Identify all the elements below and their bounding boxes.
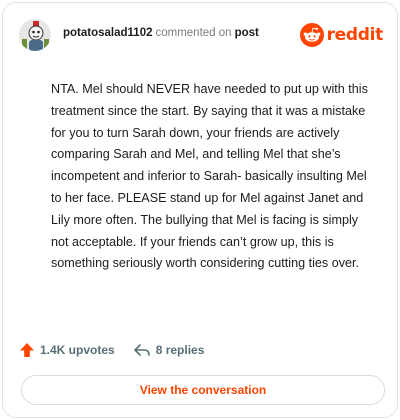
- comment-header: potatosalad1102 commented on post reddit: [17, 15, 383, 55]
- username-link[interactable]: potatosalad1102: [63, 27, 152, 39]
- comment-card: potatosalad1102 commented on post reddit N…: [2, 2, 398, 418]
- reddit-logo-icon: [299, 23, 324, 47]
- reply-button[interactable]: 8 replies: [133, 342, 205, 358]
- comment-meta: potatosalad1102 commented on post: [63, 27, 259, 39]
- upvote-button[interactable]: 1.4K upvotes: [19, 342, 115, 358]
- reddit-wordmark: reddit: [326, 25, 384, 45]
- avatar[interactable]: [19, 19, 51, 51]
- reply-count: 8 replies: [155, 343, 205, 357]
- comment-actions: 1.4K upvotes 8 replies: [19, 339, 222, 361]
- upvote-arrow-icon: [20, 343, 34, 357]
- meta-verb: commented on: [155, 27, 232, 39]
- reddit-brand[interactable]: reddit: [299, 21, 384, 49]
- comment-body: NTA. Mel should NEVER have needed to put…: [51, 82, 368, 271]
- view-conversation-button[interactable]: View the conversation: [21, 375, 385, 405]
- reply-arrow-icon: [133, 344, 150, 356]
- upvote-count: 1.4K upvotes: [40, 343, 115, 357]
- post-link[interactable]: post: [235, 27, 259, 39]
